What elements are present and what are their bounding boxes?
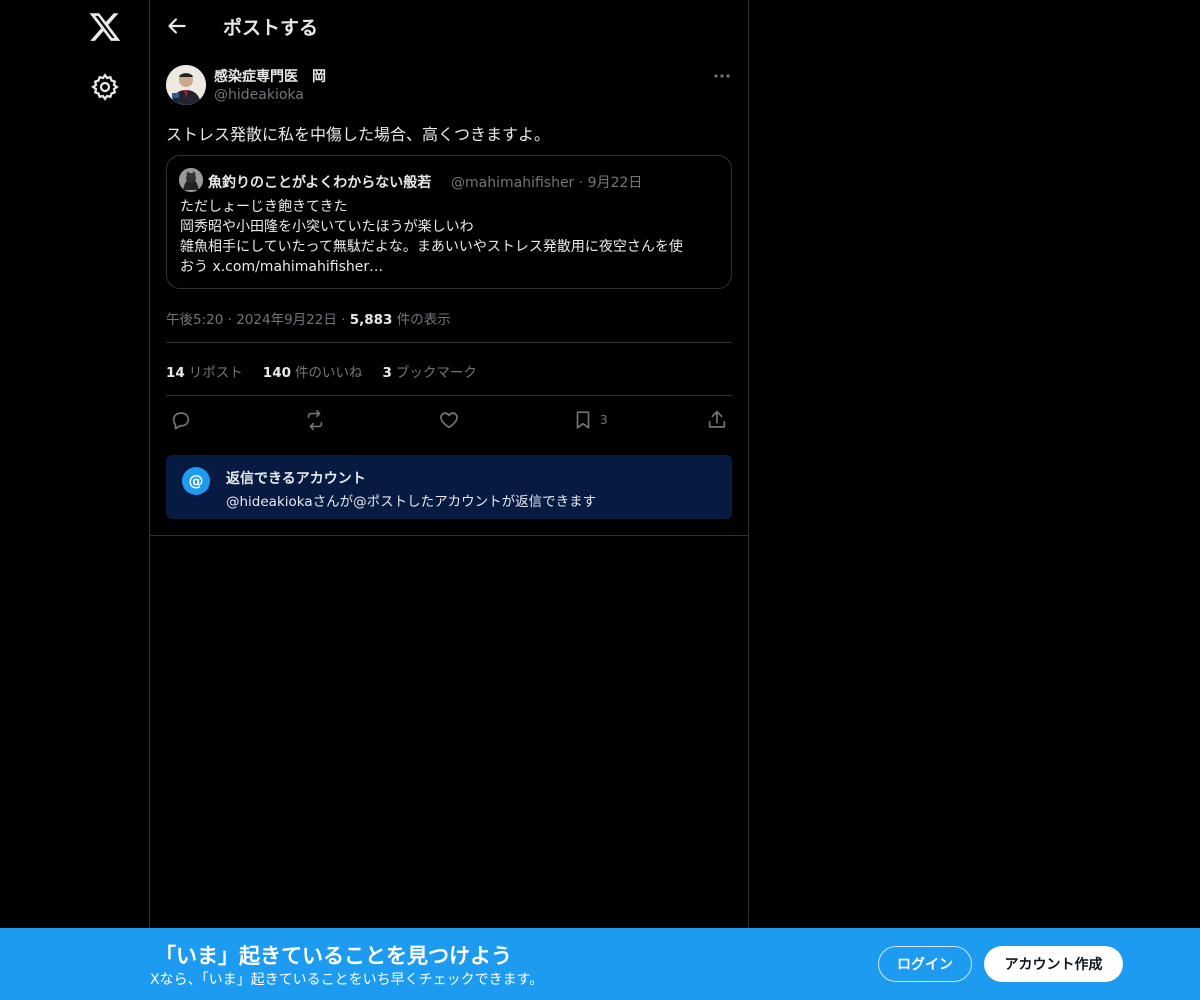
quoted-text: ただしょーじき飽きてきた 岡秀昭や小田隆を小突いていたほうが楽しいわ 雑魚相手に…: [180, 197, 725, 277]
repost-button[interactable]: [304, 408, 326, 432]
at-icon: @: [182, 467, 210, 495]
quoted-post[interactable]: 魚釣りのことがよくわからない般若 @mahimahifisher · 9月22日…: [166, 155, 732, 289]
bookmark-button[interactable]: 3: [572, 408, 608, 432]
views-count: 5,883: [349, 312, 393, 328]
x-logo-icon[interactable]: [88, 10, 122, 44]
reply-restriction-title: 返信できるアカウント: [226, 471, 366, 487]
page-title: ポストする: [223, 17, 319, 39]
left-sidebar: [0, 0, 150, 1000]
author-handle[interactable]: @hideakioka: [214, 87, 304, 103]
divider: [150, 535, 748, 536]
page-header: ポストする: [150, 0, 748, 53]
back-arrow-icon[interactable]: [164, 13, 190, 39]
views-label: 件の表示: [396, 312, 451, 328]
separator: ·: [341, 312, 350, 328]
bookmark-icon: [576, 411, 590, 429]
gear-icon[interactable]: [90, 72, 120, 102]
banner-title: 「いま」起きていることを見つけよう: [155, 944, 512, 968]
author-avatar[interactable]: [166, 65, 206, 105]
like-button[interactable]: [438, 408, 460, 432]
divider: [166, 342, 732, 343]
post-timestamp: 午後5:20 · 2024年9月22日 · 5,883 件の表示: [166, 308, 451, 328]
quoted-text-line: 雑魚相手にしていたって無駄だよな。まあいいやストレス発散用に夜空さんを使: [180, 239, 683, 255]
quoted-meta: @mahimahifisher · 9月22日: [451, 175, 643, 191]
bookmark-count: 3: [600, 413, 608, 427]
signup-banner: 「いま」起きていることを見つけよう Xなら、「いま」起きていることをいち早くチェ…: [0, 928, 1200, 1000]
post-actions: 3: [166, 406, 732, 434]
share-button[interactable]: [706, 408, 728, 432]
reply-restriction-notice: @ 返信できるアカウント @hideakiokaさんが@ポストしたアカウントが返…: [166, 455, 732, 519]
reply-restriction-subtitle: @hideakiokaさんが@ポストしたアカウントが返信できます: [226, 494, 597, 510]
share-icon: [708, 410, 726, 428]
quoted-text-line: おう x.com/mahimahifisher…: [180, 259, 384, 275]
quoted-text-line: 岡秀昭や小田隆を小突いていたほうが楽しいわ: [180, 219, 474, 235]
main-column: ポストする 感染症専門医 岡 @hideakioka ストレス発散に私を中傷した…: [149, 0, 749, 1000]
bookmarks-stat[interactable]: 3 ブックマーク: [382, 361, 476, 381]
post-stats: 14 リポスト 140 件のいいね 3 ブックマーク: [166, 361, 477, 381]
separator: ·: [227, 312, 237, 328]
post-time[interactable]: 午後5:20: [166, 312, 223, 328]
repost-icon: [307, 410, 323, 430]
divider: [166, 395, 732, 396]
likes-stat[interactable]: 140 件のいいね: [263, 361, 363, 381]
author-name[interactable]: 感染症専門医 岡: [214, 66, 326, 86]
reposts-stat[interactable]: 14 リポスト: [166, 361, 243, 381]
quoted-author-avatar: [179, 168, 203, 192]
like-icon: [440, 412, 458, 429]
quoted-author-name: 魚釣りのことがよくわからない般若: [208, 175, 432, 191]
post-text: ストレス発散に私を中傷した場合、高くつきますよ。: [166, 125, 551, 144]
more-icon[interactable]: [712, 68, 732, 84]
reply-icon: [172, 412, 190, 430]
quoted-text-line: ただしょーじき飽きてきた: [180, 199, 348, 215]
reply-button[interactable]: [170, 408, 192, 432]
post-date[interactable]: 2024年9月22日: [236, 312, 337, 328]
login-button[interactable]: ログイン: [878, 946, 972, 982]
banner-subtitle: Xなら、「いま」起きていることをいち早くチェックできます。: [150, 972, 544, 988]
signup-button[interactable]: アカウント作成: [984, 946, 1123, 982]
